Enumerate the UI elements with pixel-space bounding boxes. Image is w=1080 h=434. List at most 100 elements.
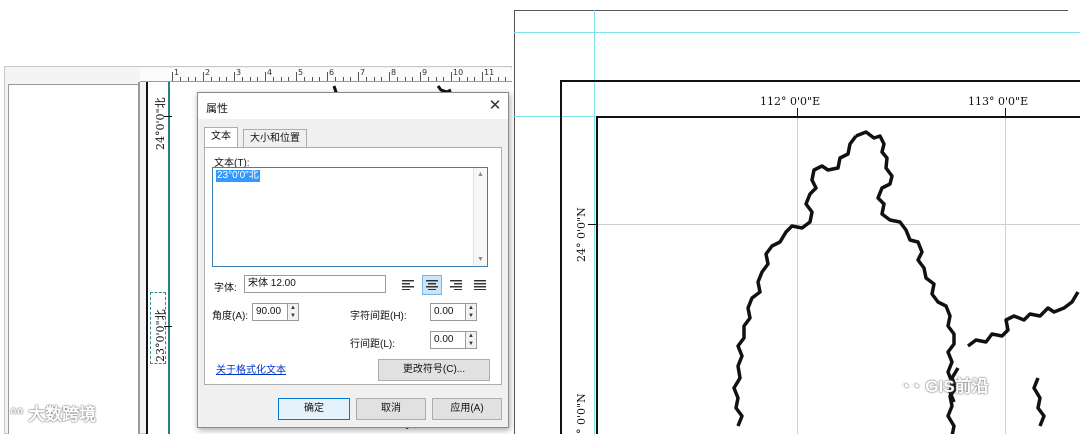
ruler-tick [412,77,414,81]
frame-tick [1005,108,1006,116]
watermark-right: ◔◔ GIS前沿 [900,372,989,397]
close-icon[interactable]: ✕ [486,97,504,115]
textarea-scrollbar[interactable]: ▲ ▼ [473,168,487,266]
ruler-tick [389,72,390,81]
lon-label-113[interactable]: 113° 0'0"E [968,95,1028,108]
change-symbol-button[interactable]: 更改符号(C)... [378,359,490,381]
frame-tick [797,108,798,116]
ruler-number: 10 [453,68,464,77]
ruler-tick [396,77,398,81]
ruler-tick [272,77,274,81]
angle-field[interactable]: 90.00 [252,303,288,321]
ruler-tick [435,77,437,81]
ruler-tick [257,77,259,81]
cancel-button[interactable]: 取消 [356,398,426,420]
ruler-tick [466,77,468,81]
char-spacing-field[interactable]: 0.00 [430,303,466,321]
tab-text[interactable]: 文本 [204,127,238,147]
ruler-tick [187,77,189,81]
scroll-up-icon[interactable]: ▲ [477,171,484,178]
ruler-tick [172,72,173,81]
properties-dialog: 属性 ✕ 文本 大小和位置 文本(T): 23°0'0"北 ▲ ▼ 字体: 宋体… [197,92,509,428]
format-text-help-link[interactable]: 关于格式化文本 [216,361,286,376]
ruler-tick [334,77,336,81]
ruler-tick [288,77,290,81]
line-spacing-label: 行间距(L): [350,339,395,350]
lat-label-24-n[interactable]: 24° 0'0"N [575,207,588,262]
province-boundary [732,130,1080,434]
frame-tick [588,224,596,225]
angle-spinner[interactable]: ▲ ▼ [287,303,299,321]
ruler-tick [311,77,313,81]
apply-button[interactable]: 应用(A) [432,398,502,420]
ruler-number: 4 [267,68,273,77]
line-spacing-field[interactable]: 0.00 [430,331,466,349]
ruler-tick [350,77,352,81]
horizontal-ruler: 1 2 3 4 5 6 7 8 9 10 11 [140,68,512,82]
align-justify-icon[interactable] [470,275,490,295]
tab-size-position[interactable]: 大小和位置 [243,129,307,148]
ruler-tick [234,72,235,81]
wechat-icon: ◔◔ [900,377,921,396]
ruler-tick [489,77,491,81]
ruler-tick [303,77,305,81]
guide-line [514,32,1080,33]
selected-text: 23°0'0"北 [216,170,260,182]
ruler-tick [241,77,243,81]
ruler-tick [482,72,483,81]
ruler-tick [280,77,282,81]
ruler-tick [342,77,344,81]
dialog-titlebar[interactable]: 属性 ✕ [198,93,508,119]
ruler-tick [420,72,421,81]
ruler-tick [505,77,507,81]
ruler-tick [203,72,204,81]
font-label: 字体: [214,283,237,294]
lat-label-24-n-lower[interactable]: 24° 0'0"N [575,393,588,434]
ruler-tick [327,72,328,81]
frame-tick [164,326,172,327]
scroll-down-icon[interactable]: ▼ [477,256,484,263]
ruler-number: 11 [484,68,495,77]
char-spacing-label: 字符间距(H): [350,311,407,322]
align-left-icon[interactable] [398,275,418,295]
ruler-tick [265,72,266,81]
angle-label: 角度(A): [212,311,249,322]
ruler-tick [381,77,383,81]
watermark-right-text: GIS前沿 [925,377,989,396]
ruler-number: 1 [174,68,180,77]
ruler-tick [218,77,220,81]
watermark-left: ᐢᐢ 大数跨境 [10,400,96,425]
char-spacing-spinner[interactable]: ▲ ▼ [465,303,477,321]
ruler-tick [373,77,375,81]
ruler-tick [451,72,452,81]
ruler-number: 6 [329,68,335,77]
ruler-tick [427,77,429,81]
ruler-number: 2 [205,68,211,77]
ok-button[interactable]: 确定 [278,398,350,420]
ruler-tick [497,77,499,81]
lat-label-24[interactable]: 24°0'0"北 [152,97,168,150]
ruler-tick [365,77,367,81]
line-spacing-spinner[interactable]: ▲ ▼ [465,331,477,349]
wechat-icon: ᐢᐢ [10,405,24,424]
lat-label-23[interactable]: 23°0'0"北 [152,309,168,362]
align-center-icon[interactable] [422,275,442,295]
ruler-tick [195,77,197,81]
dialog-title: 属性 [206,103,228,115]
ruler-number: 8 [391,68,397,77]
font-field[interactable]: 宋体 12.00 [244,275,386,293]
ruler-number: 7 [360,68,366,77]
ruler-tick [249,77,251,81]
ruler-tick [226,77,228,81]
align-right-icon[interactable] [446,275,466,295]
ruler-tick [358,72,359,81]
ruler-number: 3 [236,68,242,77]
ruler-tick [443,77,445,81]
text-input[interactable]: 23°0'0"北 ▲ ▼ [212,167,488,267]
ruler-number: 9 [422,68,428,77]
ruler-tick [474,77,476,81]
lon-label-112[interactable]: 112° 0'0"E [760,95,820,108]
ruler-tick [296,72,297,81]
ruler-tick [179,77,181,81]
ruler-tick [319,77,321,81]
